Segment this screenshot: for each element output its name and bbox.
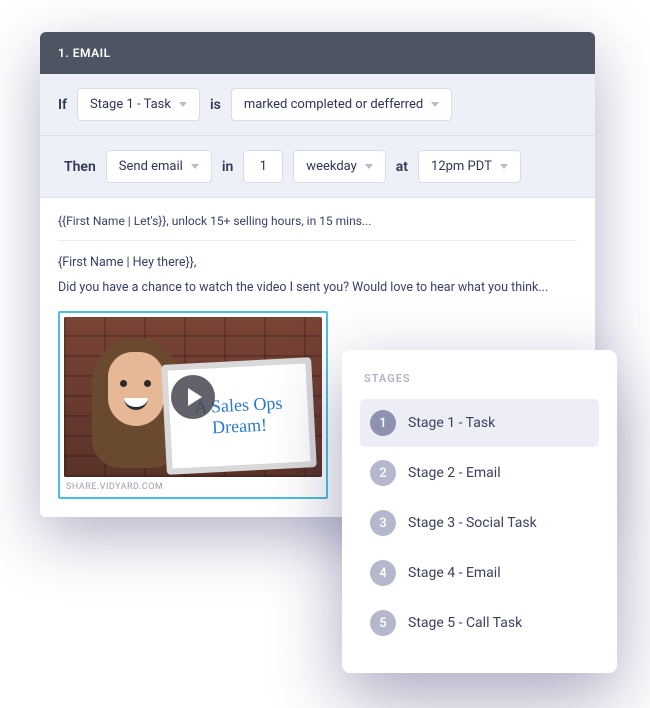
email-subject[interactable]: {{First Name | Let's}}, unlock 15+ selli… — [58, 210, 577, 241]
delay-unit-value: weekday — [306, 159, 356, 174]
card-header: 1. EMAIL — [40, 32, 595, 74]
chevron-down-icon — [191, 164, 199, 169]
stages-list: 1 Stage 1 - Task 2 Stage 2 - Email 3 Stage 3 … — [360, 399, 599, 647]
stages-title: STAGES — [360, 372, 599, 385]
video-thumbnail: A Sales Ops Dream! — [64, 317, 322, 477]
video-source-caption: SHARE.VIDYARD.COM — [64, 477, 322, 493]
if-label: If — [58, 97, 67, 113]
in-label: in — [222, 159, 233, 175]
then-label: Then — [64, 159, 96, 175]
at-label: at — [396, 159, 408, 175]
stage-item[interactable]: 4 Stage 4 - Email — [360, 549, 599, 597]
stage-number-badge: 3 — [370, 510, 396, 536]
chevron-down-icon — [365, 164, 373, 169]
stage-number-badge: 4 — [370, 560, 396, 586]
stage-number-badge: 5 — [370, 610, 396, 636]
email-greeting[interactable]: {First Name | Hey there}}, — [58, 255, 577, 270]
chevron-down-icon — [431, 102, 439, 107]
condition-state-value: marked completed or defferred — [244, 97, 423, 112]
if-row: If Stage 1 - Task is marked completed or… — [40, 74, 595, 136]
stage-item[interactable]: 1 Stage 1 - Task — [360, 399, 599, 447]
delay-value: 1 — [260, 159, 267, 174]
action-dropdown[interactable]: Send email — [106, 150, 212, 183]
video-embed[interactable]: A Sales Ops Dream! SHARE.VIDYARD.COM — [58, 311, 328, 499]
delay-unit-dropdown[interactable]: weekday — [293, 150, 385, 183]
stage-number-badge: 1 — [370, 410, 396, 436]
stage-label: Stage 2 - Email — [408, 465, 501, 481]
delay-value-input[interactable]: 1 — [243, 150, 283, 183]
stage-label: Stage 5 - Call Task — [408, 615, 522, 631]
chevron-down-icon — [179, 102, 187, 107]
stage-item[interactable]: 5 Stage 5 - Call Task — [360, 599, 599, 647]
condition-field-value: Stage 1 - Task — [90, 97, 171, 112]
stage-item[interactable]: 3 Stage 3 - Social Task — [360, 499, 599, 547]
play-button[interactable] — [171, 375, 215, 419]
play-icon — [188, 388, 202, 406]
then-row: Then Send email in 1 weekday at 12pm PDT — [40, 136, 595, 198]
time-value: 12pm PDT — [431, 159, 492, 174]
stage-label: Stage 4 - Email — [408, 565, 501, 581]
action-value: Send email — [119, 159, 183, 174]
is-label: is — [210, 97, 221, 113]
stage-item[interactable]: 2 Stage 2 - Email — [360, 449, 599, 497]
chevron-down-icon — [500, 164, 508, 169]
stages-panel: STAGES 1Stage 1 - Task2Stage 2 - Email3S… — [342, 350, 617, 673]
email-message[interactable]: Did you have a chance to watch the video… — [58, 280, 577, 295]
stage-label: Stage 3 - Social Task — [408, 515, 537, 531]
stage-label: Stage 1 - Task — [408, 415, 495, 431]
stage-number-badge: 2 — [370, 460, 396, 486]
time-dropdown[interactable]: 12pm PDT — [418, 150, 521, 183]
condition-state-dropdown[interactable]: marked completed or defferred — [231, 88, 452, 121]
condition-field-dropdown[interactable]: Stage 1 - Task — [77, 88, 200, 121]
card-title: 1. EMAIL — [58, 46, 111, 60]
